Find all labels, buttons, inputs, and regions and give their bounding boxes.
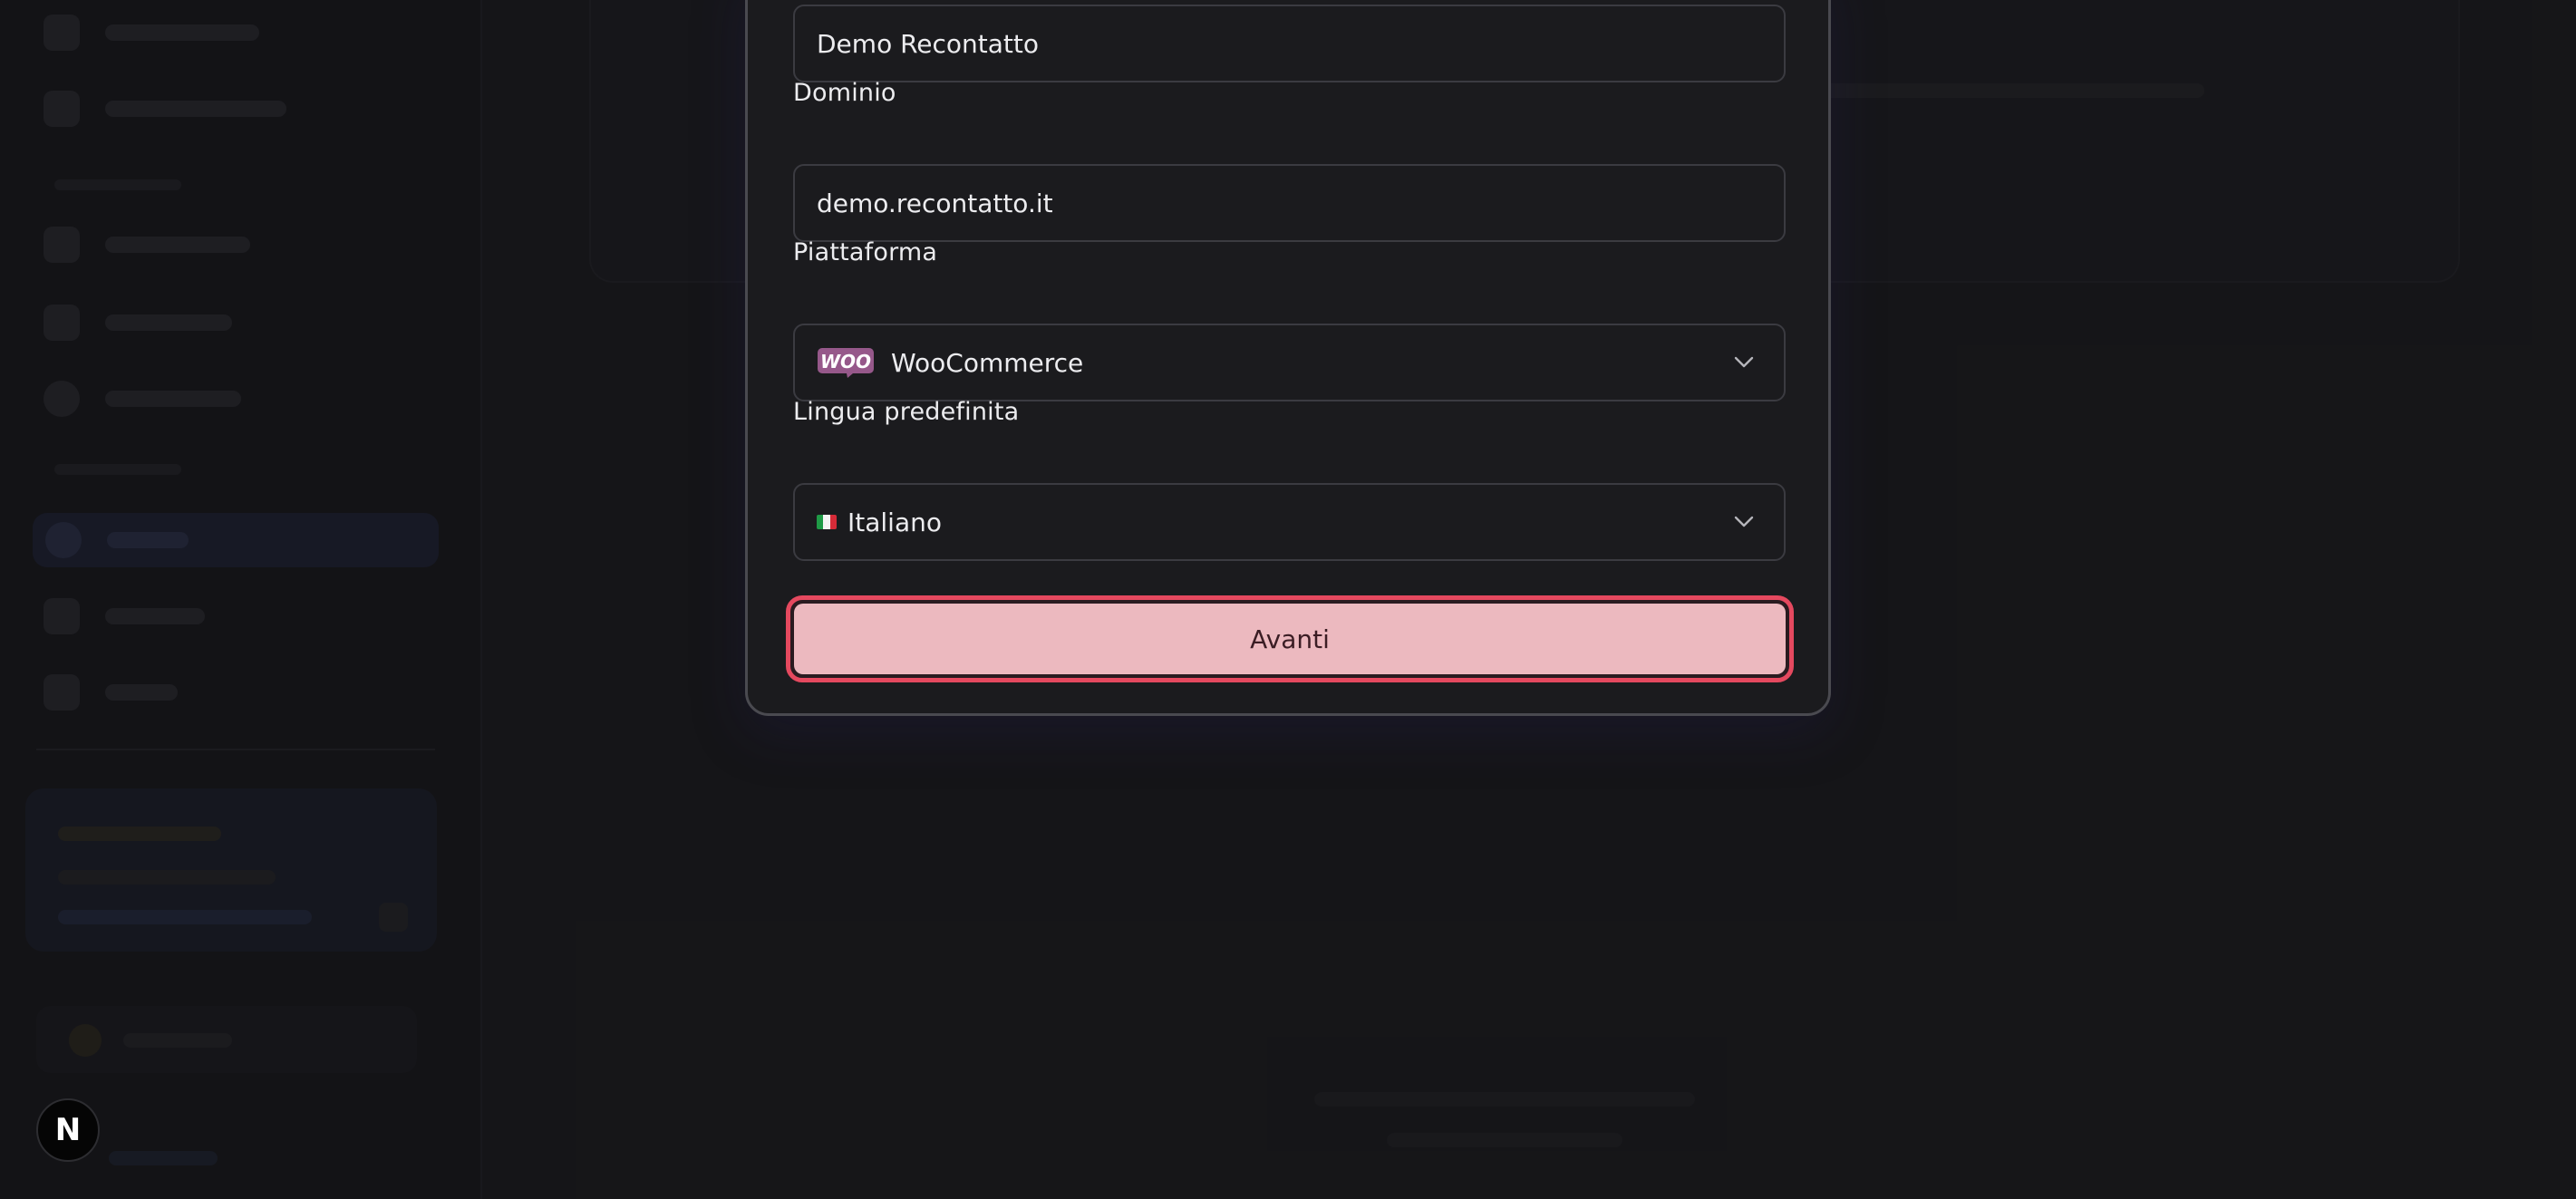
next-button[interactable]: Avanti (794, 604, 1786, 674)
italy-flag-icon (817, 515, 837, 529)
nextjs-icon[interactable]: N (36, 1098, 100, 1162)
platform-label: Piattaforma (793, 238, 938, 266)
dev-badge-letter: N (54, 1112, 82, 1148)
store-name-value: Demo Recontatto (817, 28, 1040, 59)
domain-value: demo.recontatto.it (817, 188, 1053, 218)
language-value: Italiano (847, 507, 942, 537)
store-name-field[interactable]: Demo Recontatto (793, 5, 1786, 82)
domain-label: Dominio (793, 79, 896, 107)
language-select[interactable]: Italiano (793, 483, 1786, 561)
platform-select[interactable]: WOO WooCommerce (793, 324, 1786, 401)
domain-field[interactable]: demo.recontatto.it (793, 164, 1786, 242)
chevron-down-icon (1726, 344, 1762, 381)
language-label: Lingua predefinita (793, 398, 1020, 426)
submit-focus-ring: Avanti (786, 595, 1794, 682)
app-root: Demo Recontatto Dominio demo.recontatto.… (0, 0, 2576, 1199)
create-store-modal: Demo Recontatto Dominio demo.recontatto.… (745, 0, 1831, 716)
woocommerce-logo-icon: WOO (817, 346, 875, 379)
svg-text:WOO: WOO (820, 351, 871, 372)
platform-value: WooCommerce (891, 347, 1084, 378)
chevron-down-icon (1726, 504, 1762, 540)
